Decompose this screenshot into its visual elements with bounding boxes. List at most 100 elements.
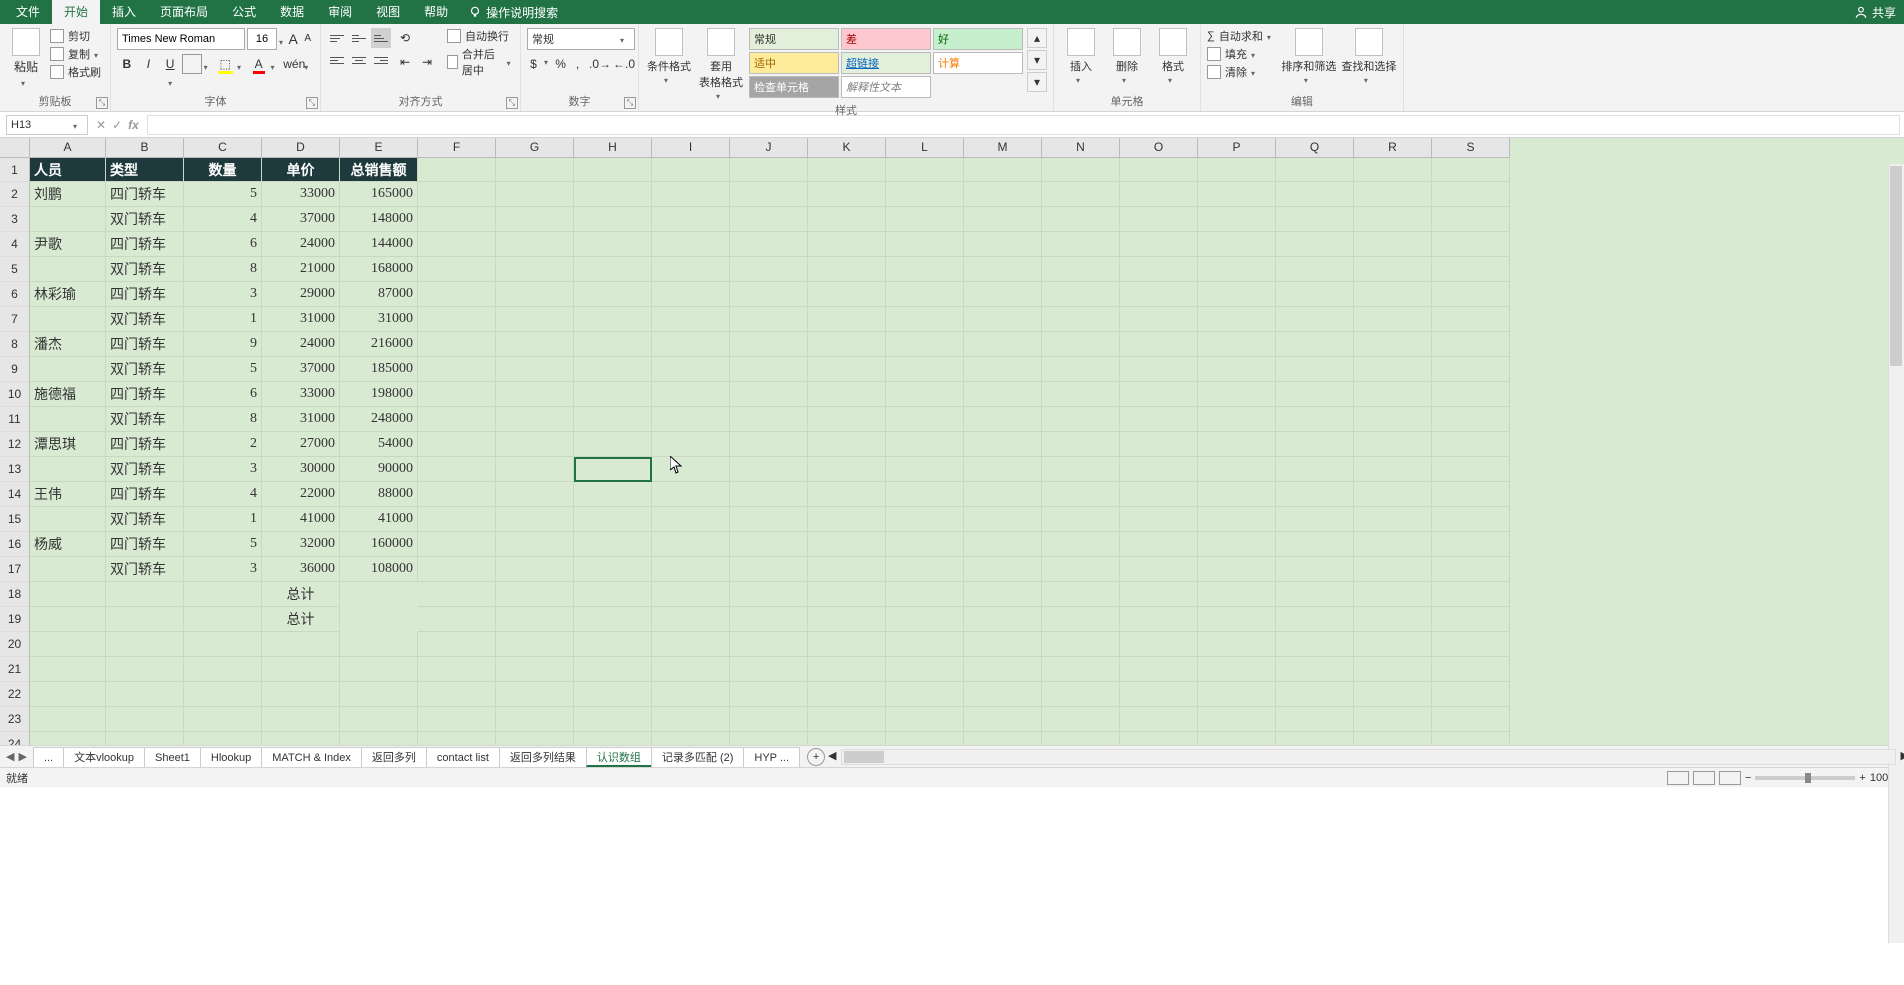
- number-format-dropdown[interactable]: 常规: [527, 28, 635, 50]
- cell[interactable]: [574, 607, 652, 632]
- row-header[interactable]: 18: [0, 582, 30, 607]
- cell[interactable]: [964, 557, 1042, 582]
- cell[interactable]: 潭思琪: [30, 432, 106, 457]
- cell[interactable]: [1276, 507, 1354, 532]
- cell[interactable]: [808, 482, 886, 507]
- align-middle-button[interactable]: [349, 28, 369, 48]
- cell[interactable]: [1120, 732, 1198, 745]
- cell[interactable]: [808, 457, 886, 482]
- cell[interactable]: [1354, 507, 1432, 532]
- row-header[interactable]: 3: [0, 207, 30, 232]
- cell[interactable]: [418, 482, 496, 507]
- row-header[interactable]: 24: [0, 732, 30, 745]
- cell[interactable]: 林彩瑜: [30, 282, 106, 307]
- shrink-font-button[interactable]: A: [301, 29, 314, 49]
- cell[interactable]: [1198, 332, 1276, 357]
- cell[interactable]: [418, 532, 496, 557]
- cell[interactable]: [886, 232, 964, 257]
- cell[interactable]: [418, 407, 496, 432]
- cell[interactable]: [418, 632, 496, 657]
- cell[interactable]: [964, 507, 1042, 532]
- cell[interactable]: 5: [184, 532, 262, 557]
- cell[interactable]: [1276, 632, 1354, 657]
- cell[interactable]: [1276, 457, 1354, 482]
- cell[interactable]: [652, 382, 730, 407]
- cell[interactable]: 双门轿车: [106, 507, 184, 532]
- cell[interactable]: [964, 732, 1042, 745]
- delete-cells-button[interactable]: 删除: [1106, 28, 1148, 84]
- cell[interactable]: [574, 632, 652, 657]
- cell[interactable]: [808, 557, 886, 582]
- cut-button[interactable]: 剪切: [50, 28, 104, 44]
- cell[interactable]: [886, 582, 964, 607]
- cell[interactable]: [886, 382, 964, 407]
- cell[interactable]: [496, 632, 574, 657]
- cell[interactable]: 24000: [262, 232, 340, 257]
- cell[interactable]: 双门轿车: [106, 457, 184, 482]
- fx-icon[interactable]: fx: [128, 118, 139, 132]
- row-header[interactable]: 12: [0, 432, 30, 457]
- cell[interactable]: [1276, 332, 1354, 357]
- cell[interactable]: 四门轿车: [106, 232, 184, 257]
- cell[interactable]: [496, 507, 574, 532]
- cell[interactable]: [1354, 282, 1432, 307]
- column-header[interactable]: K: [808, 138, 886, 158]
- cell[interactable]: [964, 657, 1042, 682]
- wrap-text-button[interactable]: 自动换行: [447, 28, 514, 44]
- cell[interactable]: [1120, 482, 1198, 507]
- cell[interactable]: 31000: [262, 307, 340, 332]
- cell-style-swatch[interactable]: 检查单元格: [749, 76, 839, 98]
- cell[interactable]: [184, 657, 262, 682]
- cell[interactable]: [652, 307, 730, 332]
- cell[interactable]: 施德福: [30, 382, 106, 407]
- cell[interactable]: [1276, 432, 1354, 457]
- cell[interactable]: [1276, 607, 1354, 632]
- sheet-tab[interactable]: Sheet1: [144, 747, 201, 767]
- tab-nav-next-icon[interactable]: ▶: [18, 750, 26, 763]
- cell[interactable]: [418, 232, 496, 257]
- cell[interactable]: [1120, 357, 1198, 382]
- menu-tab-插入[interactable]: 插入: [100, 0, 148, 24]
- cell[interactable]: 双门轿车: [106, 207, 184, 232]
- tell-me-search[interactable]: 操作说明搜索: [468, 4, 558, 21]
- cell[interactable]: [1120, 407, 1198, 432]
- cell[interactable]: [574, 357, 652, 382]
- cell[interactable]: [1042, 257, 1120, 282]
- cell[interactable]: [808, 257, 886, 282]
- row-header[interactable]: 17: [0, 557, 30, 582]
- cell[interactable]: [496, 332, 574, 357]
- zoom-out-button[interactable]: −: [1745, 772, 1751, 784]
- align-top-button[interactable]: [327, 28, 347, 48]
- accounting-format-button[interactable]: $: [527, 54, 540, 74]
- cell[interactable]: [964, 382, 1042, 407]
- cell[interactable]: 87000: [340, 282, 418, 307]
- cell[interactable]: [184, 607, 262, 632]
- cell[interactable]: [30, 582, 106, 607]
- cell[interactable]: [964, 232, 1042, 257]
- cell[interactable]: [1276, 582, 1354, 607]
- cell[interactable]: [1120, 607, 1198, 632]
- cell[interactable]: [496, 182, 574, 207]
- cell[interactable]: [1120, 158, 1198, 182]
- cell[interactable]: [1432, 482, 1510, 507]
- cell[interactable]: 四门轿车: [106, 332, 184, 357]
- column-header[interactable]: Q: [1276, 138, 1354, 158]
- cell[interactable]: 6: [184, 382, 262, 407]
- cell[interactable]: [574, 232, 652, 257]
- cell[interactable]: [652, 158, 730, 182]
- row-header[interactable]: 22: [0, 682, 30, 707]
- cell[interactable]: [1432, 282, 1510, 307]
- scrollbar-thumb[interactable]: [844, 751, 884, 763]
- cell[interactable]: [340, 732, 418, 745]
- cell[interactable]: [886, 158, 964, 182]
- cell[interactable]: [496, 457, 574, 482]
- cell[interactable]: [730, 582, 808, 607]
- cell[interactable]: 4: [184, 482, 262, 507]
- row-header[interactable]: 9: [0, 357, 30, 382]
- cell[interactable]: [886, 532, 964, 557]
- gallery-up-button[interactable]: ▴: [1027, 28, 1047, 48]
- cell[interactable]: [1198, 158, 1276, 182]
- cell[interactable]: [964, 682, 1042, 707]
- cell[interactable]: 4: [184, 207, 262, 232]
- cell[interactable]: [340, 682, 418, 707]
